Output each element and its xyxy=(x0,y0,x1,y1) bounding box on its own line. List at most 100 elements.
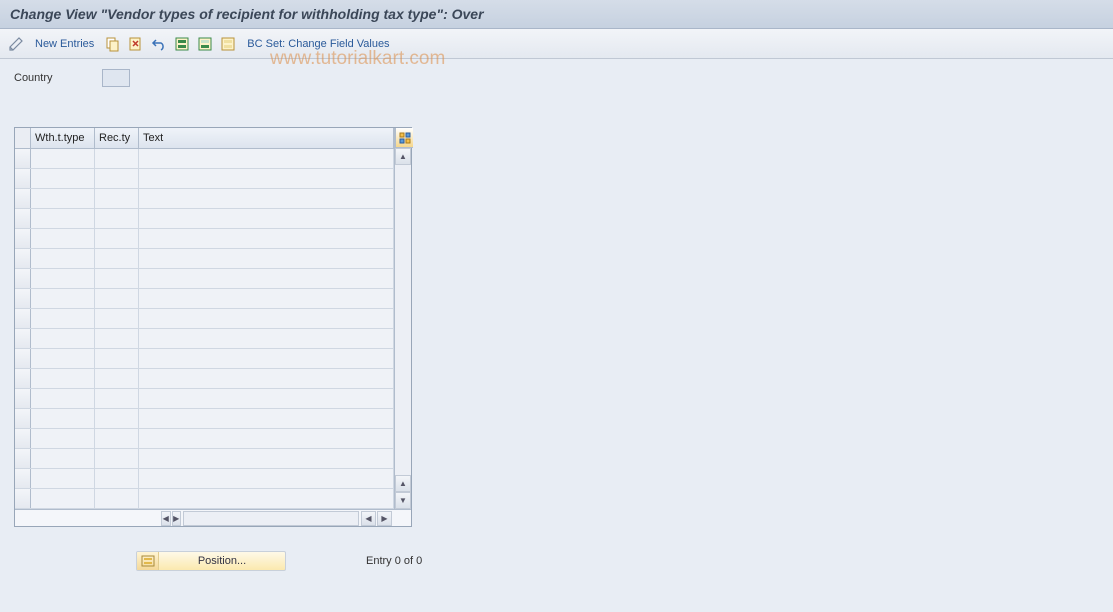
cell-rec-ty[interactable] xyxy=(95,349,139,368)
table-settings-icon[interactable] xyxy=(395,128,413,148)
column-header-wth-type[interactable]: Wth.t.type xyxy=(31,128,95,148)
table-row[interactable] xyxy=(15,449,394,469)
table-row[interactable] xyxy=(15,269,394,289)
cell-text[interactable] xyxy=(139,209,394,228)
cell-wth-type[interactable] xyxy=(31,409,95,428)
row-selector[interactable] xyxy=(15,269,31,288)
select-all-column[interactable] xyxy=(15,128,31,148)
cell-wth-type[interactable] xyxy=(31,469,95,488)
cell-text[interactable] xyxy=(139,229,394,248)
table-row[interactable] xyxy=(15,389,394,409)
table-row[interactable] xyxy=(15,329,394,349)
scroll-up-icon[interactable]: ▲ xyxy=(395,148,411,165)
cell-text[interactable] xyxy=(139,169,394,188)
cell-rec-ty[interactable] xyxy=(95,429,139,448)
row-selector[interactable] xyxy=(15,409,31,428)
column-header-rec-ty[interactable]: Rec.ty xyxy=(95,128,139,148)
table-row[interactable] xyxy=(15,229,394,249)
scroll-track-horizontal[interactable] xyxy=(183,511,359,526)
row-selector[interactable] xyxy=(15,369,31,388)
scroll-right-end-icon[interactable]: ▶ xyxy=(377,511,392,526)
scroll-down-icon[interactable]: ▲ xyxy=(395,475,411,492)
undo-icon[interactable] xyxy=(149,34,169,54)
cell-rec-ty[interactable] xyxy=(95,369,139,388)
cell-rec-ty[interactable] xyxy=(95,229,139,248)
table-row[interactable] xyxy=(15,409,394,429)
cell-wth-type[interactable] xyxy=(31,349,95,368)
cell-text[interactable] xyxy=(139,389,394,408)
table-row[interactable] xyxy=(15,209,394,229)
cell-text[interactable] xyxy=(139,409,394,428)
cell-text[interactable] xyxy=(139,489,394,508)
deselect-all-icon[interactable] xyxy=(218,34,238,54)
row-selector[interactable] xyxy=(15,309,31,328)
toggle-edit-icon[interactable] xyxy=(6,34,26,54)
table-row[interactable] xyxy=(15,149,394,169)
cell-rec-ty[interactable] xyxy=(95,169,139,188)
table-row[interactable] xyxy=(15,309,394,329)
table-row[interactable] xyxy=(15,429,394,449)
row-selector[interactable] xyxy=(15,349,31,368)
cell-text[interactable] xyxy=(139,149,394,168)
table-row[interactable] xyxy=(15,369,394,389)
select-block-icon[interactable] xyxy=(195,34,215,54)
row-selector[interactable] xyxy=(15,169,31,188)
cell-wth-type[interactable] xyxy=(31,209,95,228)
cell-rec-ty[interactable] xyxy=(95,489,139,508)
cell-wth-type[interactable] xyxy=(31,189,95,208)
select-all-icon[interactable] xyxy=(172,34,192,54)
row-selector[interactable] xyxy=(15,249,31,268)
row-selector[interactable] xyxy=(15,289,31,308)
cell-wth-type[interactable] xyxy=(31,369,95,388)
cell-wth-type[interactable] xyxy=(31,249,95,268)
cell-text[interactable] xyxy=(139,429,394,448)
scroll-down-icon-2[interactable]: ▼ xyxy=(395,492,411,509)
table-row[interactable] xyxy=(15,469,394,489)
bc-set-button[interactable]: BC Set: Change Field Values xyxy=(241,34,395,54)
row-selector[interactable] xyxy=(15,209,31,228)
cell-rec-ty[interactable] xyxy=(95,289,139,308)
row-selector[interactable] xyxy=(15,329,31,348)
row-selector[interactable] xyxy=(15,469,31,488)
table-row[interactable] xyxy=(15,169,394,189)
cell-text[interactable] xyxy=(139,449,394,468)
table-row[interactable] xyxy=(15,289,394,309)
cell-wth-type[interactable] xyxy=(31,229,95,248)
cell-rec-ty[interactable] xyxy=(95,249,139,268)
copy-icon[interactable] xyxy=(103,34,123,54)
cell-rec-ty[interactable] xyxy=(95,209,139,228)
table-row[interactable] xyxy=(15,249,394,269)
row-selector[interactable] xyxy=(15,429,31,448)
position-button[interactable]: Position... xyxy=(136,551,286,571)
cell-wth-type[interactable] xyxy=(31,289,95,308)
cell-rec-ty[interactable] xyxy=(95,149,139,168)
cell-text[interactable] xyxy=(139,329,394,348)
table-row[interactable] xyxy=(15,489,394,509)
new-entries-button[interactable]: New Entries xyxy=(29,34,100,54)
cell-wth-type[interactable] xyxy=(31,309,95,328)
table-row[interactable] xyxy=(15,349,394,369)
cell-rec-ty[interactable] xyxy=(95,269,139,288)
scroll-track-vertical[interactable] xyxy=(395,165,411,475)
table-row[interactable] xyxy=(15,189,394,209)
country-input[interactable] xyxy=(102,69,130,87)
cell-rec-ty[interactable] xyxy=(95,469,139,488)
scroll-left-icon[interactable]: ◀ xyxy=(161,511,171,526)
scroll-left-end-icon[interactable]: ◀ xyxy=(361,511,376,526)
cell-wth-type[interactable] xyxy=(31,429,95,448)
cell-wth-type[interactable] xyxy=(31,149,95,168)
row-selector[interactable] xyxy=(15,489,31,508)
cell-rec-ty[interactable] xyxy=(95,389,139,408)
cell-text[interactable] xyxy=(139,309,394,328)
cell-text[interactable] xyxy=(139,249,394,268)
cell-rec-ty[interactable] xyxy=(95,449,139,468)
cell-text[interactable] xyxy=(139,469,394,488)
cell-rec-ty[interactable] xyxy=(95,329,139,348)
cell-wth-type[interactable] xyxy=(31,389,95,408)
vertical-scrollbar[interactable]: ▲ ▲ ▼ xyxy=(394,128,411,509)
row-selector[interactable] xyxy=(15,229,31,248)
cell-text[interactable] xyxy=(139,269,394,288)
cell-rec-ty[interactable] xyxy=(95,189,139,208)
row-selector[interactable] xyxy=(15,149,31,168)
cell-rec-ty[interactable] xyxy=(95,309,139,328)
